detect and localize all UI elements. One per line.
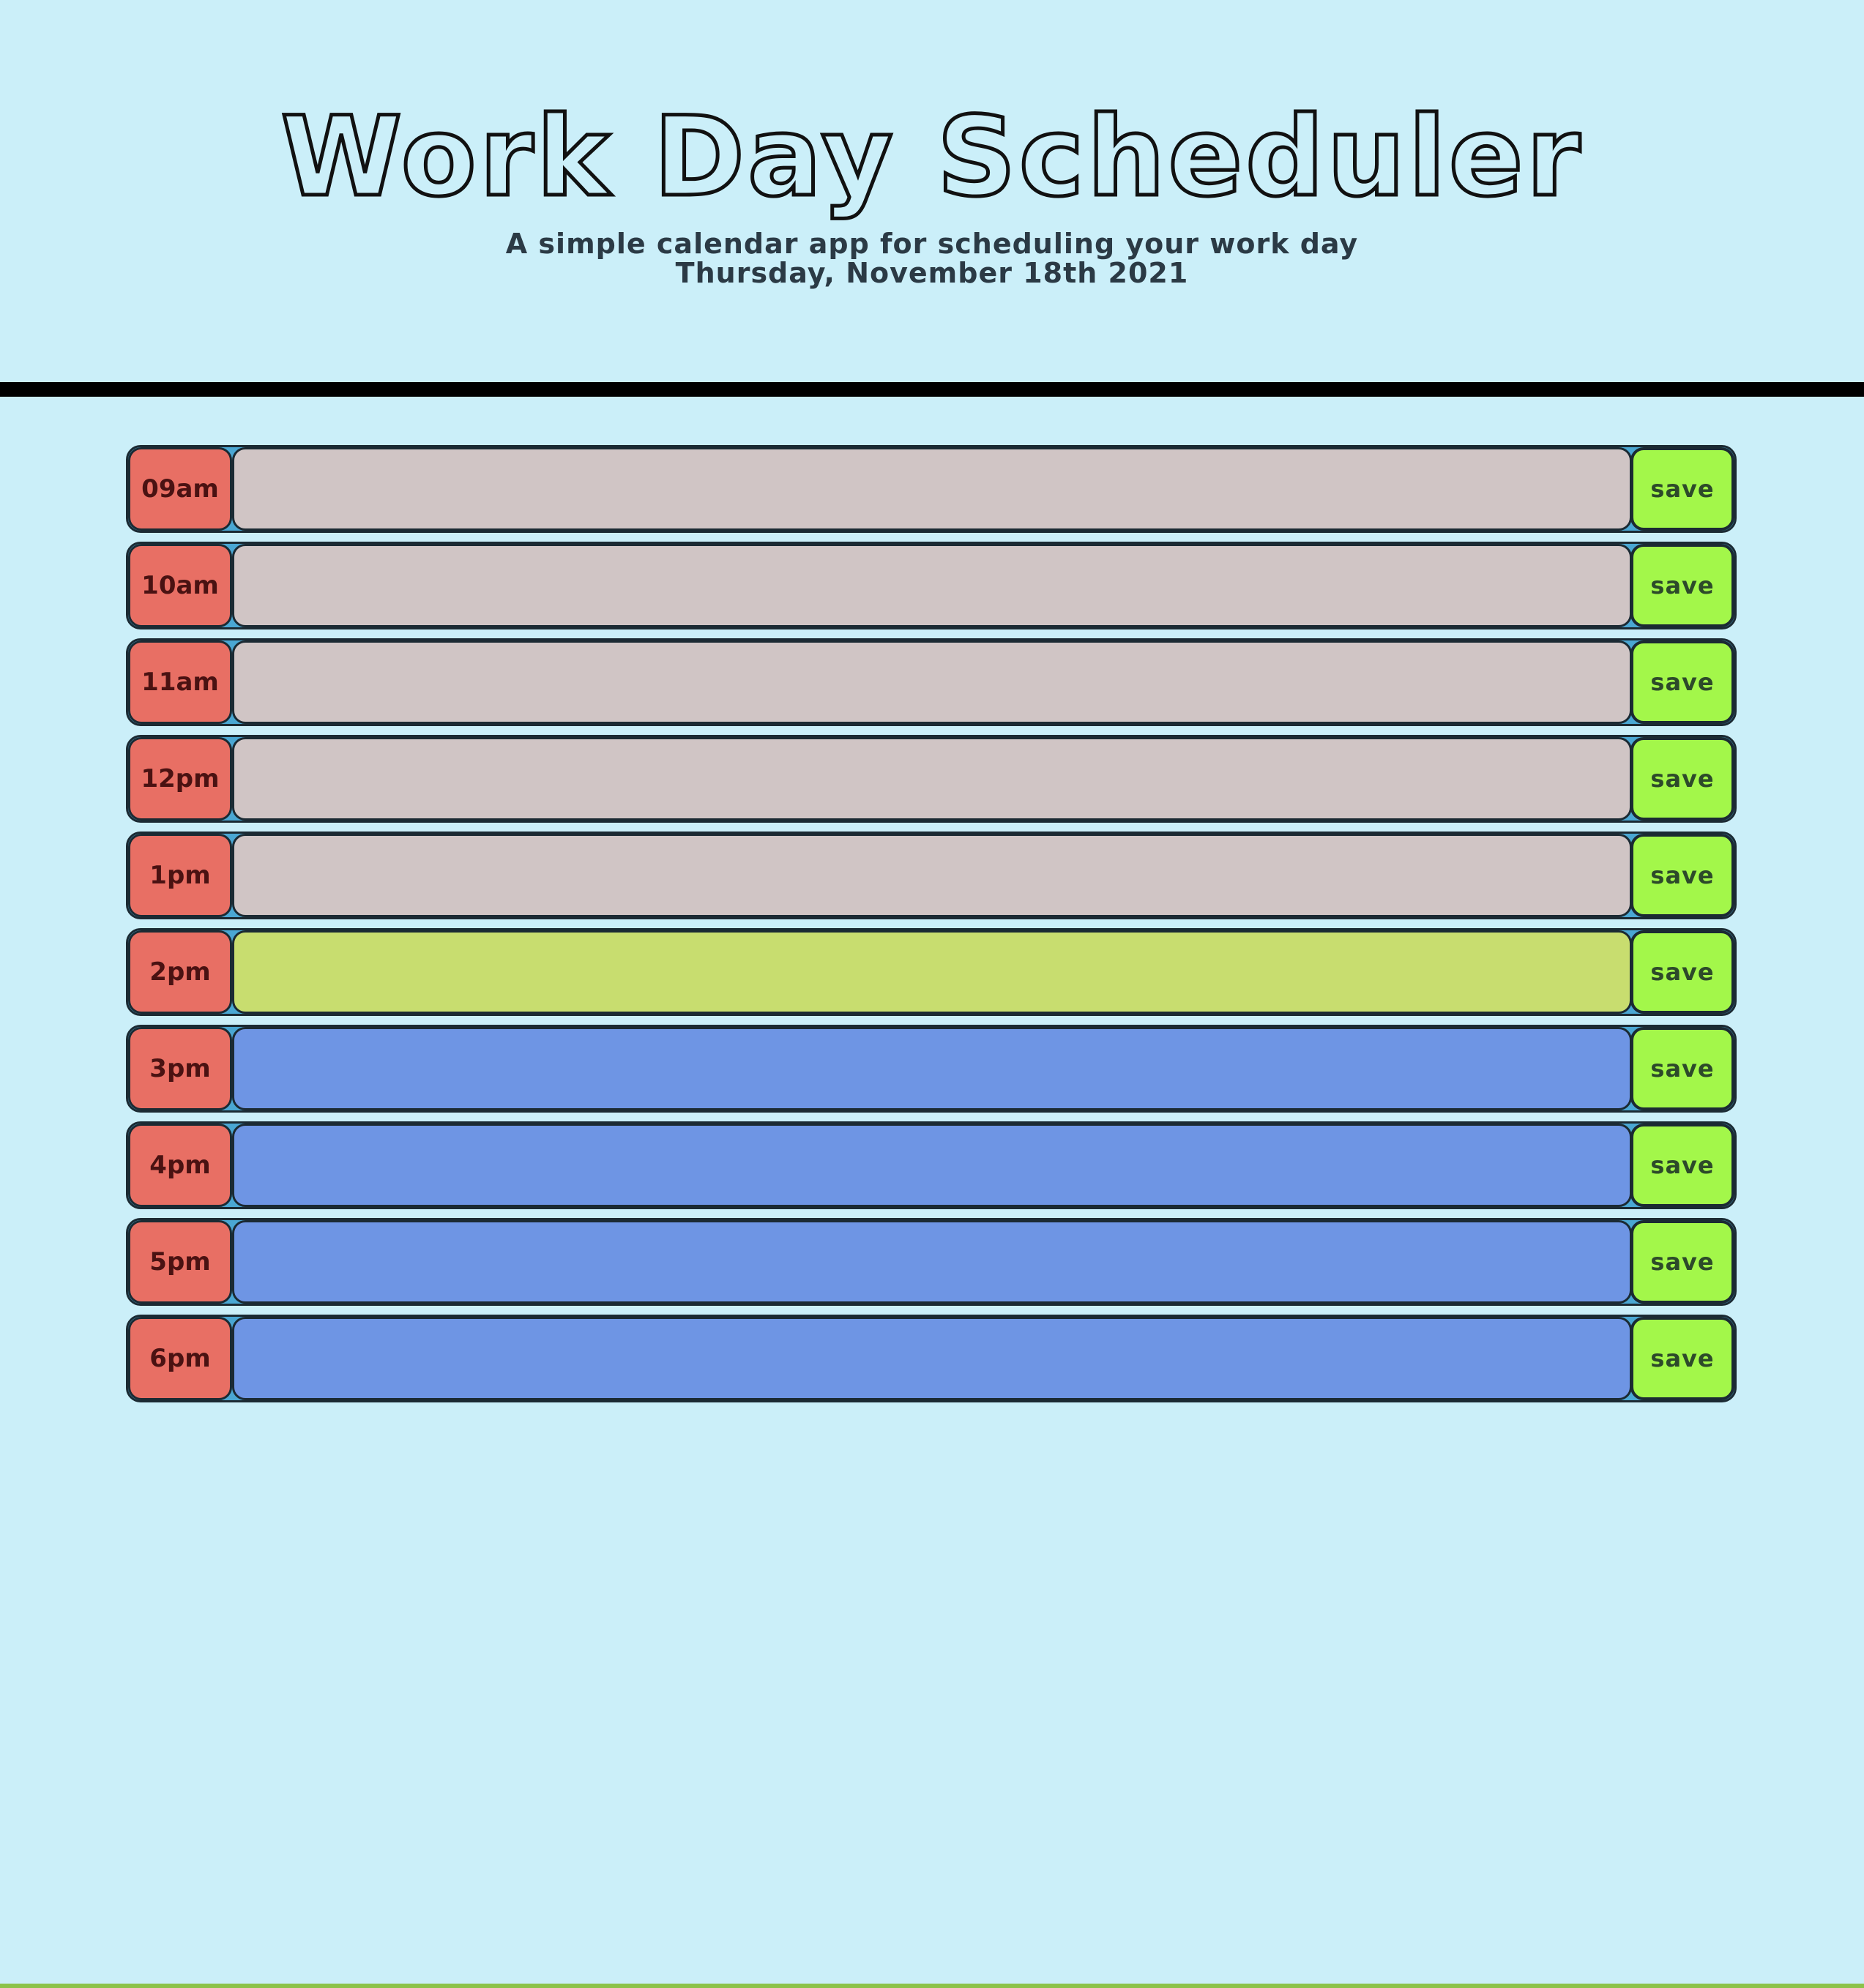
task-input[interactable] <box>232 930 1632 1014</box>
page-title: Work Day Scheduler <box>0 94 1864 221</box>
hour-label: 4pm <box>128 1124 232 1207</box>
page-header: Work Day Scheduler A simple calendar app… <box>0 0 1864 381</box>
task-input[interactable] <box>232 640 1632 724</box>
save-button[interactable]: save <box>1630 1124 1734 1207</box>
save-button[interactable]: save <box>1630 1027 1734 1110</box>
save-button[interactable]: save <box>1630 640 1734 724</box>
time-block-row: 4pm save <box>126 1121 1737 1209</box>
header-divider <box>0 382 1864 397</box>
save-button[interactable]: save <box>1630 737 1734 821</box>
task-input[interactable] <box>232 1317 1632 1400</box>
hour-label: 1pm <box>128 834 232 917</box>
time-block-row: 09am save <box>126 445 1737 533</box>
task-input[interactable] <box>232 1220 1632 1304</box>
task-input[interactable] <box>232 1027 1632 1110</box>
hour-label: 09am <box>128 447 232 531</box>
time-block-row: 10am save <box>126 542 1737 629</box>
hour-label: 5pm <box>128 1220 232 1304</box>
save-button[interactable]: save <box>1630 447 1734 531</box>
save-button[interactable]: save <box>1630 834 1734 917</box>
task-input[interactable] <box>232 447 1632 531</box>
task-input[interactable] <box>232 737 1632 821</box>
hour-label: 2pm <box>128 930 232 1014</box>
footer-accent-line <box>0 1984 1864 1988</box>
schedule-container: 09am save 10am save 11am save 12pm save … <box>126 445 1737 1411</box>
save-button[interactable]: save <box>1630 930 1734 1014</box>
task-input[interactable] <box>232 834 1632 917</box>
current-date: Thursday, November 18th 2021 <box>675 257 1189 289</box>
time-block-row: 1pm save <box>126 832 1737 919</box>
hour-label: 3pm <box>128 1027 232 1110</box>
time-block-row: 3pm save <box>126 1025 1737 1113</box>
time-block-row: 6pm save <box>126 1315 1737 1402</box>
time-block-row: 5pm save <box>126 1218 1737 1306</box>
save-button[interactable]: save <box>1630 544 1734 627</box>
task-input[interactable] <box>232 1124 1632 1207</box>
hour-label: 6pm <box>128 1317 232 1400</box>
task-input[interactable] <box>232 544 1632 627</box>
time-block-row: 2pm save <box>126 928 1737 1016</box>
time-block-row: 12pm save <box>126 735 1737 823</box>
time-block-row: 11am save <box>126 638 1737 726</box>
save-button[interactable]: save <box>1630 1220 1734 1304</box>
page-title-text: Work Day Scheduler <box>279 94 1584 221</box>
hour-label: 12pm <box>128 737 232 821</box>
page-subtitle: A simple calendar app for scheduling you… <box>505 228 1359 260</box>
hour-label: 11am <box>128 640 232 724</box>
hour-label: 10am <box>128 544 232 627</box>
save-button[interactable]: save <box>1630 1317 1734 1400</box>
